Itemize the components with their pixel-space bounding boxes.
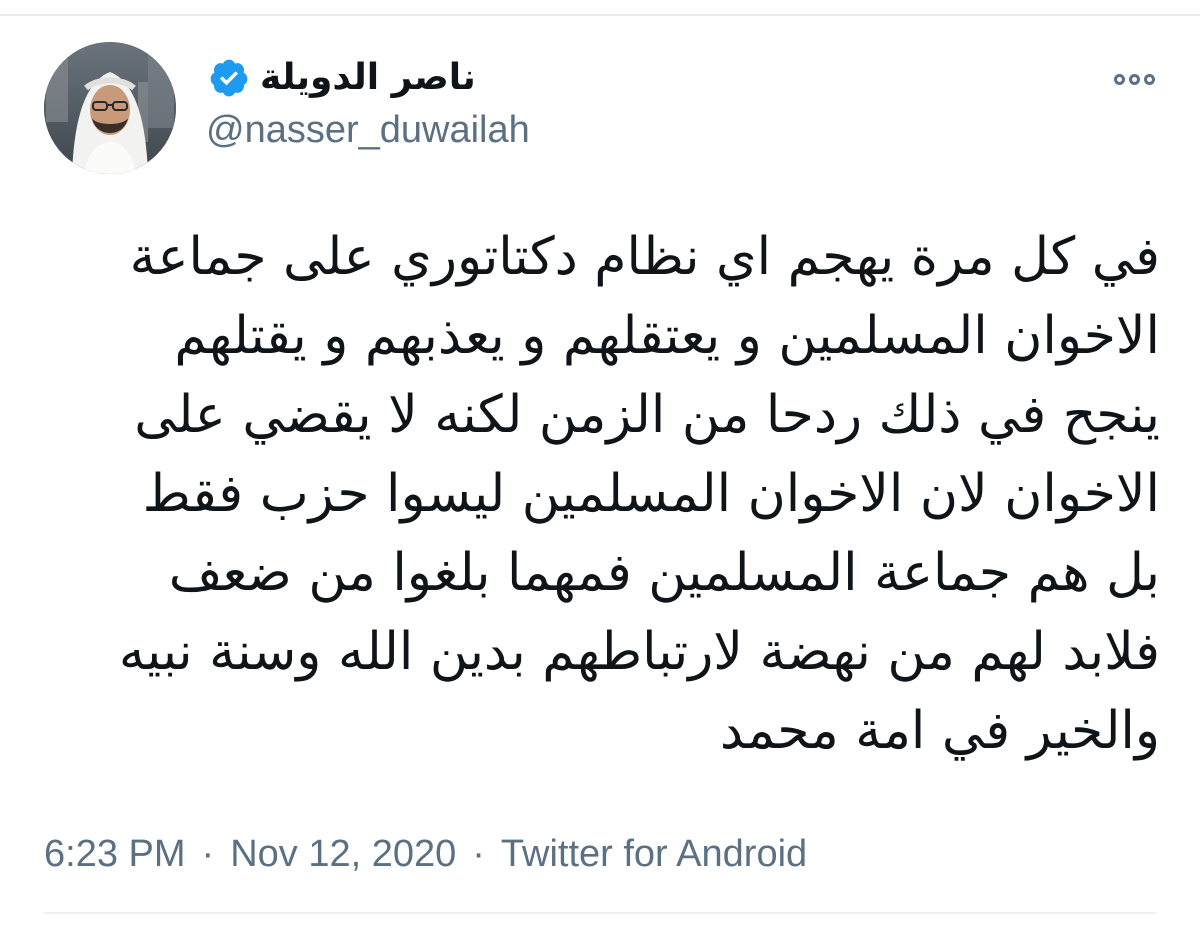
meta-separator: ·: [201, 832, 215, 875]
tweet-time[interactable]: 6:23 PM: [44, 833, 186, 876]
author-name-row[interactable]: ناصر الدويلة: [208, 52, 476, 104]
avatar-photo: [44, 42, 176, 174]
tweet-text-line: الاخوان المسلمين و يعتقلهم و يعذبهم و يق…: [174, 306, 1160, 366]
tweet-text: في كل مرة يهجم اي نظام دكتاتوري على جماع…: [44, 218, 1160, 771]
author-handle[interactable]: @nasser_duwailah: [206, 108, 530, 154]
tweet-text-line: في كل مرة يهجم اي نظام دكتاتوري على جماع…: [129, 227, 1160, 287]
top-divider: [0, 14, 1200, 16]
author-avatar[interactable]: [44, 42, 176, 174]
more-options-icon: [1113, 73, 1125, 85]
tweet-date[interactable]: Nov 12, 2020: [230, 833, 456, 876]
more-options-button[interactable]: [1108, 64, 1160, 94]
tweet-text-line: الاخوان لان الاخوان المسلمين ليسوا حزب ف…: [142, 464, 1160, 524]
bottom-divider: [44, 912, 1156, 914]
verified-badge-icon: [210, 59, 248, 97]
more-options-dot: [1143, 73, 1155, 85]
author-display-name[interactable]: ناصر الدويلة: [260, 60, 476, 96]
tweet-text-line: بل هم جماعة المسلمين فمهما بلغوا من ضعف: [168, 543, 1160, 603]
tweet-text-line: والخير في امة محمد: [719, 701, 1160, 761]
tweet-meta: 6:23 PM · Nov 12, 2020 · Twitter for And…: [44, 826, 807, 882]
more-options-dot: [1128, 73, 1140, 85]
meta-separator: ·: [472, 832, 485, 875]
tweet-source-link[interactable]: Twitter for Android: [501, 833, 807, 876]
tweet-text-line: ينجح في ذلك ردحا من الزمن لكنه لا يقضي ع…: [134, 385, 1160, 445]
tweet-text-line: فلابد لهم من نهضة لارتباطهم بدين الله وس…: [118, 622, 1160, 682]
